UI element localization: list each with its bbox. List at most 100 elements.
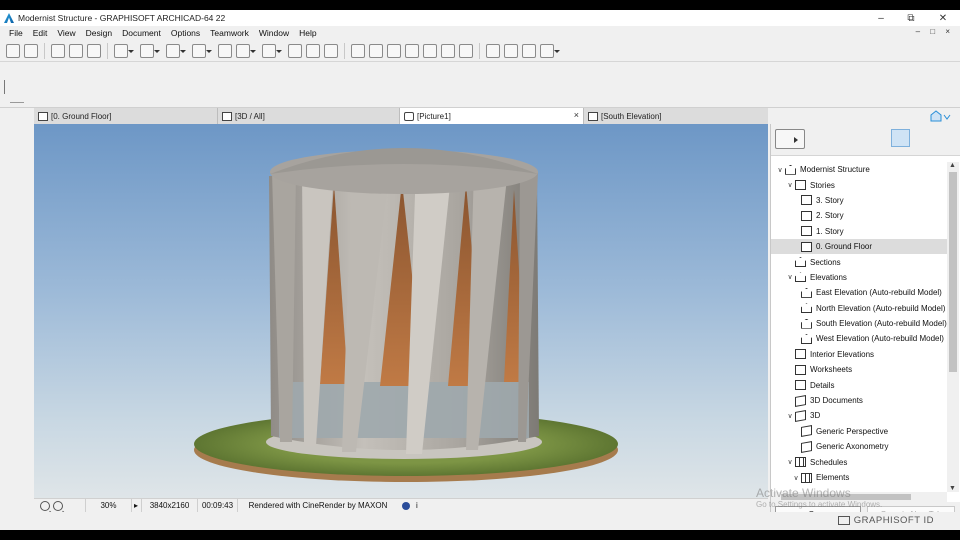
tree-vertical-scrollbar[interactable]: ▲ ▼ [947, 162, 959, 492]
tree-item-east-elevation[interactable]: East Elevation (Auto-rebuild Model) [771, 285, 947, 300]
resize-icon[interactable] [459, 43, 473, 58]
navigator-toggle-icon[interactable] [930, 110, 952, 122]
magic-wand-icon[interactable] [87, 43, 101, 58]
tree-item-project[interactable]: ∨ Modernist Structure [771, 162, 947, 177]
zoom-level[interactable]: 30% [86, 498, 132, 513]
guide-line-icon[interactable] [218, 43, 232, 58]
tree-item-worksheets[interactable]: Worksheets [771, 362, 947, 377]
tree-item-details[interactable]: Details [771, 377, 947, 392]
tree-item-3d[interactable]: ∨ 3D [771, 408, 947, 423]
3d-navigation-icon[interactable] [522, 43, 536, 58]
redo-icon[interactable] [24, 43, 38, 58]
tree-item-ground-floor[interactable]: 0. Ground Floor [771, 238, 947, 255]
restore-button[interactable]: ⧉ [896, 10, 926, 26]
zoom-out-icon[interactable] [53, 500, 63, 511]
menu-design[interactable]: Design [81, 28, 117, 38]
trim-icon[interactable] [504, 43, 518, 58]
tree-item-label: Stories [810, 180, 835, 190]
tree-item-elements[interactable]: ∨ Elements [771, 470, 947, 485]
tab-south-elevation[interactable]: [South Elevation] [584, 108, 768, 124]
menu-view[interactable]: View [52, 28, 80, 38]
tree-item-west-elevation[interactable]: West Elevation (Auto-rebuild Model) [771, 331, 947, 346]
status-bar: 30% ▸ 3840x2160 00:09:43 Rendered with C… [34, 498, 768, 513]
menu-document[interactable]: Document [117, 28, 166, 38]
3d-icon [222, 111, 232, 121]
split-icon[interactable] [486, 43, 500, 58]
elevation-icon [801, 303, 812, 314]
expand-arrow-icon[interactable]: ∨ [785, 412, 795, 420]
view-map-icon[interactable] [913, 129, 932, 147]
tree-item-generic-axonometry[interactable]: Generic Axonometry [771, 439, 947, 454]
scroll-thumb[interactable] [949, 172, 957, 372]
scroll-up-icon[interactable]: ▲ [949, 162, 956, 169]
tree-item-story-1[interactable]: 1. Story [771, 224, 947, 239]
monitor-icon[interactable] [838, 516, 850, 525]
minimize-button[interactable]: – [866, 10, 896, 26]
scroll-down-icon[interactable]: ▼ [949, 485, 956, 492]
graphisoft-id-label[interactable]: GRAPHISOFT ID [854, 515, 934, 526]
next-arrow-icon[interactable]: ▸ [132, 498, 142, 513]
stretch-icon[interactable] [441, 43, 455, 58]
menu-help[interactable]: Help [294, 28, 321, 38]
render-icon[interactable] [540, 43, 560, 58]
project-map-icon[interactable] [891, 129, 910, 147]
tree-item-generic-perspective[interactable]: Generic Perspective [771, 424, 947, 439]
lock-icon[interactable] [262, 43, 282, 58]
menu-window[interactable]: Window [254, 28, 294, 38]
inject-parameters-icon[interactable] [69, 43, 83, 58]
interior-elevation-icon [795, 349, 806, 360]
offset-icon[interactable] [423, 43, 437, 58]
model-view-icon[interactable] [166, 43, 186, 58]
undo-icon[interactable] [6, 43, 20, 58]
tree-item-schedules[interactable]: ∨ Schedules [771, 454, 947, 469]
expand-arrow-icon[interactable]: ∨ [775, 166, 785, 174]
selection-icon[interactable] [236, 43, 256, 58]
elevation-icon [588, 111, 598, 121]
tab-ground-floor[interactable]: [0. Ground Floor] [34, 108, 218, 124]
elevate-icon[interactable] [405, 43, 419, 58]
render-engine-text: Rendered with CineRender by MAXON [248, 501, 388, 510]
tree-item-stories[interactable]: ∨ Stories [771, 177, 947, 192]
menu-edit[interactable]: Edit [28, 28, 53, 38]
zoom-controls[interactable] [34, 498, 86, 513]
menu-teamwork[interactable]: Teamwork [205, 28, 254, 38]
tree-item-elevations[interactable]: ∨ Elevations [771, 270, 947, 285]
grid-snap-icon[interactable] [192, 43, 212, 58]
tree-item-story-3[interactable]: 3. Story [771, 193, 947, 208]
menu-options[interactable]: Options [166, 28, 205, 38]
tree-item-sections[interactable]: Sections [771, 254, 947, 269]
toolbar-separator [107, 42, 108, 59]
mirror-icon[interactable] [387, 43, 401, 58]
ungroup-icon[interactable] [306, 43, 320, 58]
expand-arrow-icon[interactable]: ∨ [791, 474, 801, 482]
info-icon[interactable]: i [416, 501, 418, 510]
tree-item-story-2[interactable]: 2. Story [771, 208, 947, 223]
close-tab-icon[interactable]: × [574, 110, 579, 120]
story-icon [801, 226, 812, 237]
tree-item-north-elevation[interactable]: North Elevation (Auto-rebuild Model) [771, 301, 947, 316]
rotate-icon[interactable] [369, 43, 383, 58]
drag-icon[interactable] [351, 43, 365, 58]
suspend-groups-icon[interactable] [324, 43, 338, 58]
zoom-in-icon[interactable] [40, 500, 50, 511]
menu-file[interactable]: File [4, 28, 28, 38]
expand-arrow-icon[interactable]: ∨ [785, 458, 795, 466]
group-icon[interactable] [288, 43, 302, 58]
navigator-options-button[interactable] [775, 129, 805, 149]
render-viewport[interactable] [34, 124, 768, 498]
tree-item-interior-elevations[interactable]: Interior Elevations [771, 347, 947, 362]
close-button[interactable]: ✕ [928, 10, 958, 26]
expand-arrow-icon[interactable]: ∨ [785, 181, 795, 189]
layout-book-icon[interactable] [935, 129, 954, 147]
layer-icon[interactable] [114, 43, 134, 58]
elevation-icon [801, 287, 812, 298]
tree-item-3d-documents[interactable]: 3D Documents [771, 393, 947, 408]
pen-set-icon[interactable] [140, 43, 160, 58]
info-box-grip[interactable] [4, 80, 5, 94]
pick-up-parameters-icon[interactable] [51, 43, 65, 58]
document-window-controls[interactable]: – □ × [916, 27, 954, 36]
tab-3d-all[interactable]: [3D / All] [218, 108, 400, 124]
tree-item-south-elevation[interactable]: South Elevation (Auto-rebuild Model) [771, 316, 947, 331]
tab-picture1[interactable]: [Picture1] × [400, 108, 584, 124]
expand-arrow-icon[interactable]: ∨ [785, 273, 795, 281]
